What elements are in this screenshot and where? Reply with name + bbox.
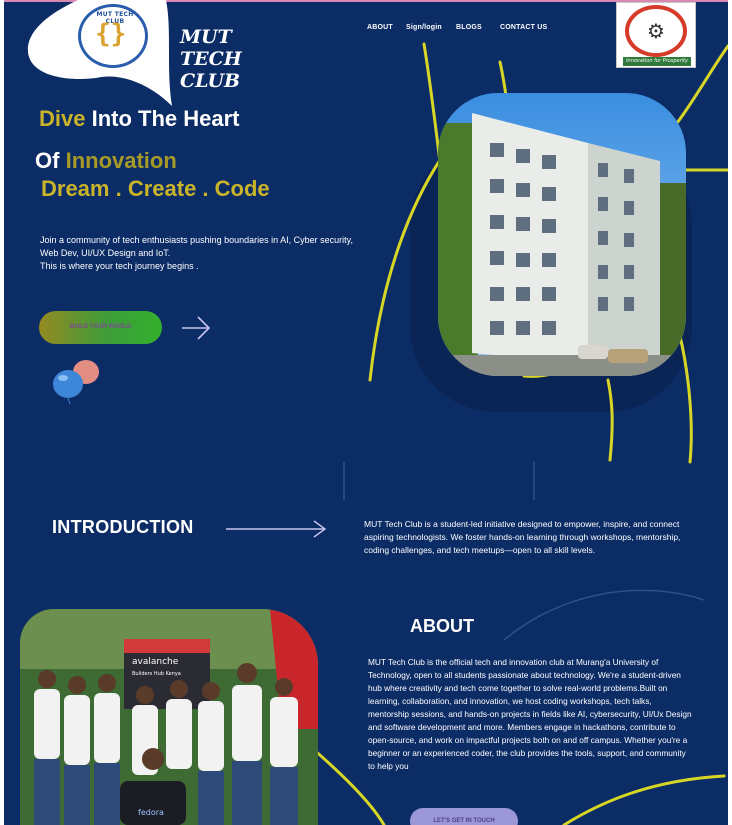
nav-blogs[interactable]: BLOGS [456,24,482,31]
hero-heading-line2: Of Innovation [35,148,177,173]
code-braces-icon: {} [95,19,127,49]
nav-contact-us[interactable]: CONTACT US [500,24,547,31]
arrow-right-icon[interactable] [180,314,212,342]
team-image: avalanche Builders Hub Kenya fedora [20,609,318,825]
building-image [438,93,686,376]
build-your-world-button[interactable]: BUILD YOUR WORLD [39,311,162,344]
balloons-icon [53,360,99,404]
landing-page: MUT TECH CLUB {} MUT TECH CLUB ABOUT Sig… [4,0,728,825]
lets-get-in-touch-button[interactable]: LET'S GET IN TOUCH [410,808,518,825]
team-photo: avalanche Builders Hub Kenya fedora [20,609,318,825]
nav-about[interactable]: ABOUT [367,24,393,31]
campus-building-photo [438,93,686,376]
brand-name[interactable]: MUT TECH CLUB [180,26,290,92]
hero-heading-line3: Dream . Create . Code [41,176,270,201]
introduction-text: MUT Tech Club is a student-led initiativ… [364,519,681,555]
shirt-text: fedora [138,808,164,817]
about-title: ABOUT [410,616,474,636]
hero-heading-line1: Dive Into The Heart [39,106,240,131]
introduction-title: INTRODUCTION [52,517,194,537]
banner-subtext: Builders Hub Kenya [132,671,181,677]
about-text: MUT Tech Club is the official tech and i… [368,657,692,771]
club-logo[interactable]: MUT TECH CLUB {} [78,4,148,68]
gear-icon: ⚙ [647,19,665,43]
arrow-right-icon [226,520,327,538]
university-motto: Innovation for Prosperity [623,57,691,66]
nav-sign-login[interactable]: Sign/login [406,24,442,31]
university-logo: ⚙ Innovation for Prosperity [616,2,696,68]
hero-description: Join a community of tech enthusiasts pus… [40,235,353,271]
banner-text: avalanche [132,657,179,667]
